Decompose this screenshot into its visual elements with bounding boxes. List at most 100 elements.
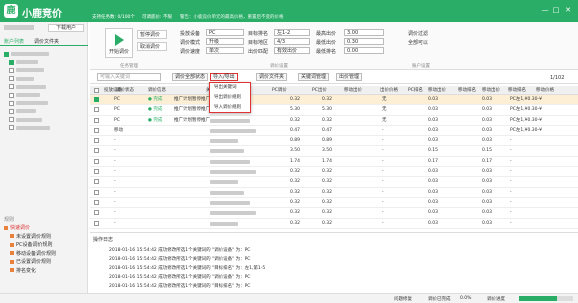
column-header[interactable]: 调价信息	[148, 86, 166, 95]
checkbox[interactable]	[9, 67, 14, 73]
checkbox[interactable]	[9, 76, 14, 82]
column-header[interactable]: 移动出价	[344, 86, 362, 95]
row-checkbox[interactable]	[94, 127, 99, 133]
checkbox[interactable]	[9, 125, 14, 131]
column-header[interactable]: 出价价格	[380, 86, 398, 95]
all-link[interactable]: 全部可以	[408, 39, 428, 46]
table-row[interactable]: PC ● 完成 推广计划暂停推广 5.30 5.30 无 0.03 0.03 PC左1,¥0.3…	[90, 105, 578, 116]
row-checkbox[interactable]	[94, 189, 99, 195]
column-header[interactable]: 移动出价	[428, 86, 446, 95]
table-row[interactable]: - 0.32 0.32 - 0.03 0.03 -	[90, 188, 578, 198]
column-header[interactable]: PC调价	[272, 86, 287, 95]
tree-row[interactable]	[4, 58, 86, 66]
match-select[interactable]: 有效出价	[274, 47, 310, 54]
close-button[interactable]: ✕	[564, 6, 572, 14]
tree-row[interactable]	[4, 75, 86, 83]
export-rules-item[interactable]: 导出调价规则	[210, 93, 250, 103]
column-header[interactable]: 移动出价	[482, 86, 500, 95]
column-header[interactable]: PC排名	[408, 86, 423, 95]
rule-item[interactable]: 未设置调价规则	[4, 232, 86, 241]
region-select[interactable]: 4/3	[274, 38, 310, 45]
speed-select[interactable]: 单次	[206, 47, 244, 54]
device-cell: -	[114, 179, 116, 185]
row-checkbox[interactable]	[94, 169, 99, 175]
table-row[interactable]: - 3.50 3.50 - 0.15 0.15 -	[90, 146, 578, 157]
login-button[interactable]: 下载用户	[48, 24, 84, 32]
column-header[interactable]: 调价状态	[116, 86, 134, 95]
tree-row[interactable]	[4, 50, 86, 58]
column-header[interactable]: 移动价格	[536, 86, 554, 95]
tree-row[interactable]	[4, 124, 86, 132]
tree-row[interactable]	[4, 91, 86, 99]
row-checkbox[interactable]	[94, 107, 99, 113]
filter-link[interactable]: 调价过滤	[408, 30, 428, 37]
row-checkbox[interactable]	[94, 210, 99, 216]
row-checkbox[interactable]	[94, 158, 99, 164]
table-row[interactable]: - 0.32 0.32 - 0.03 0.03 -	[90, 219, 578, 229]
tree-row[interactable]	[4, 66, 86, 74]
tab-accounts[interactable]: 账户列表	[4, 38, 24, 45]
import-rules-item[interactable]: 导入调价规则	[210, 103, 250, 113]
tab-files[interactable]: 调价文件夹	[34, 38, 59, 45]
status-cell: ● 完成	[148, 97, 163, 102]
maximize-button[interactable]: □	[552, 6, 560, 14]
pause-bid-button[interactable]: 暂停调价	[137, 30, 167, 39]
device-select[interactable]: PC	[206, 29, 244, 36]
tree-row[interactable]	[4, 99, 86, 107]
checkbox[interactable]	[9, 108, 14, 114]
rule-item[interactable]: 快速调价	[4, 224, 86, 233]
tree-row[interactable]	[4, 116, 86, 124]
table-row[interactable]: PC ● 完成 推广计划暂停推广 0.32 0.32 无 0.03 0.03 PC左1,¥0.3…	[90, 95, 578, 106]
checkbox[interactable]	[9, 100, 14, 106]
keyword-search-input[interactable]: 可输入关键词	[97, 73, 161, 81]
log-line: 2018-01-16 15:54:42 成功修改所选1个关键词的 "目标排名" …	[109, 284, 251, 289]
row-checkbox[interactable]	[94, 117, 99, 123]
table-row[interactable]: - 0.32 0.32 - 0.03 0.03 -	[90, 198, 578, 209]
folder-button[interactable]: 调价文件夹	[256, 73, 288, 81]
row-checkbox[interactable]	[94, 179, 99, 185]
table-row[interactable]: - 0.32 0.32 - 0.03 0.03 -	[90, 208, 578, 219]
table-row[interactable]: - 0.32 0.32 - 0.03 0.03 -	[90, 177, 578, 188]
column-header[interactable]: 移动排名	[458, 86, 476, 95]
column-header[interactable]: 移动排名	[508, 86, 526, 95]
rule-item[interactable]: PC设备调价规则	[4, 241, 86, 250]
minimize-button[interactable]: —	[541, 6, 549, 14]
table-row[interactable]: - 0.32 0.32 - 0.03 0.03 -	[90, 167, 578, 178]
repair-link[interactable]: 问题修复	[394, 296, 412, 302]
row-checkbox[interactable]	[94, 220, 99, 226]
table-row[interactable]: 移动 0.47 0.47 - 0.03 0.03 PC左1,¥0.30-¥	[90, 126, 578, 137]
column-header[interactable]: PC出价	[312, 86, 327, 95]
row-checkbox[interactable]	[94, 199, 99, 205]
table-row[interactable]: PC ● 完成 推广计划暂停推广 0.32 0.32 无 0.03 0.03 PC左1,¥0.3…	[90, 116, 578, 126]
checkbox[interactable]	[9, 59, 14, 65]
tree-row[interactable]	[4, 107, 86, 115]
checkbox[interactable]	[9, 117, 14, 123]
tree-row[interactable]	[4, 83, 86, 91]
keyword-manage-button[interactable]: 关键词管理	[298, 73, 330, 81]
checkbox[interactable]	[4, 51, 9, 57]
bid-manage-button[interactable]: 出价管理	[336, 73, 363, 81]
status-filter-button[interactable]: 调价全部状态	[172, 73, 209, 81]
row-checkbox[interactable]	[94, 97, 99, 102]
checkbox[interactable]	[9, 84, 14, 90]
rank-select[interactable]: 左1-2	[274, 29, 310, 36]
select-all-checkbox[interactable]	[94, 88, 99, 93]
rule-item[interactable]: 已设置调价规则	[4, 258, 86, 267]
cancel-bid-button[interactable]: 取消调价	[137, 42, 167, 51]
export-keywords-item[interactable]: 导出关键词	[210, 83, 250, 93]
row-checkbox[interactable]	[94, 148, 99, 154]
row-checkbox[interactable]	[94, 138, 99, 144]
min-input[interactable]: 0.30	[344, 38, 384, 45]
mode-label: 调价模式	[180, 40, 201, 46]
mode-select[interactable]: 升级	[206, 38, 244, 45]
rule-item[interactable]: 移动设备调价规则	[4, 249, 86, 258]
max-input[interactable]: 3.00	[344, 29, 384, 36]
checkbox[interactable]	[9, 92, 14, 98]
minrank-input[interactable]: 0.00	[344, 47, 384, 54]
import-export-button[interactable]: 导入/导出	[210, 73, 238, 81]
rule-item[interactable]: 排名变化	[4, 266, 86, 275]
table-row[interactable]: - 1.74 1.74 - 0.17 0.17 -	[90, 157, 578, 168]
start-bid-button[interactable]: 开始调价	[105, 28, 133, 58]
table-row[interactable]: - 0.89 0.89 - 0.03 0.03 -	[90, 136, 578, 147]
account-name-redacted	[16, 125, 50, 130]
